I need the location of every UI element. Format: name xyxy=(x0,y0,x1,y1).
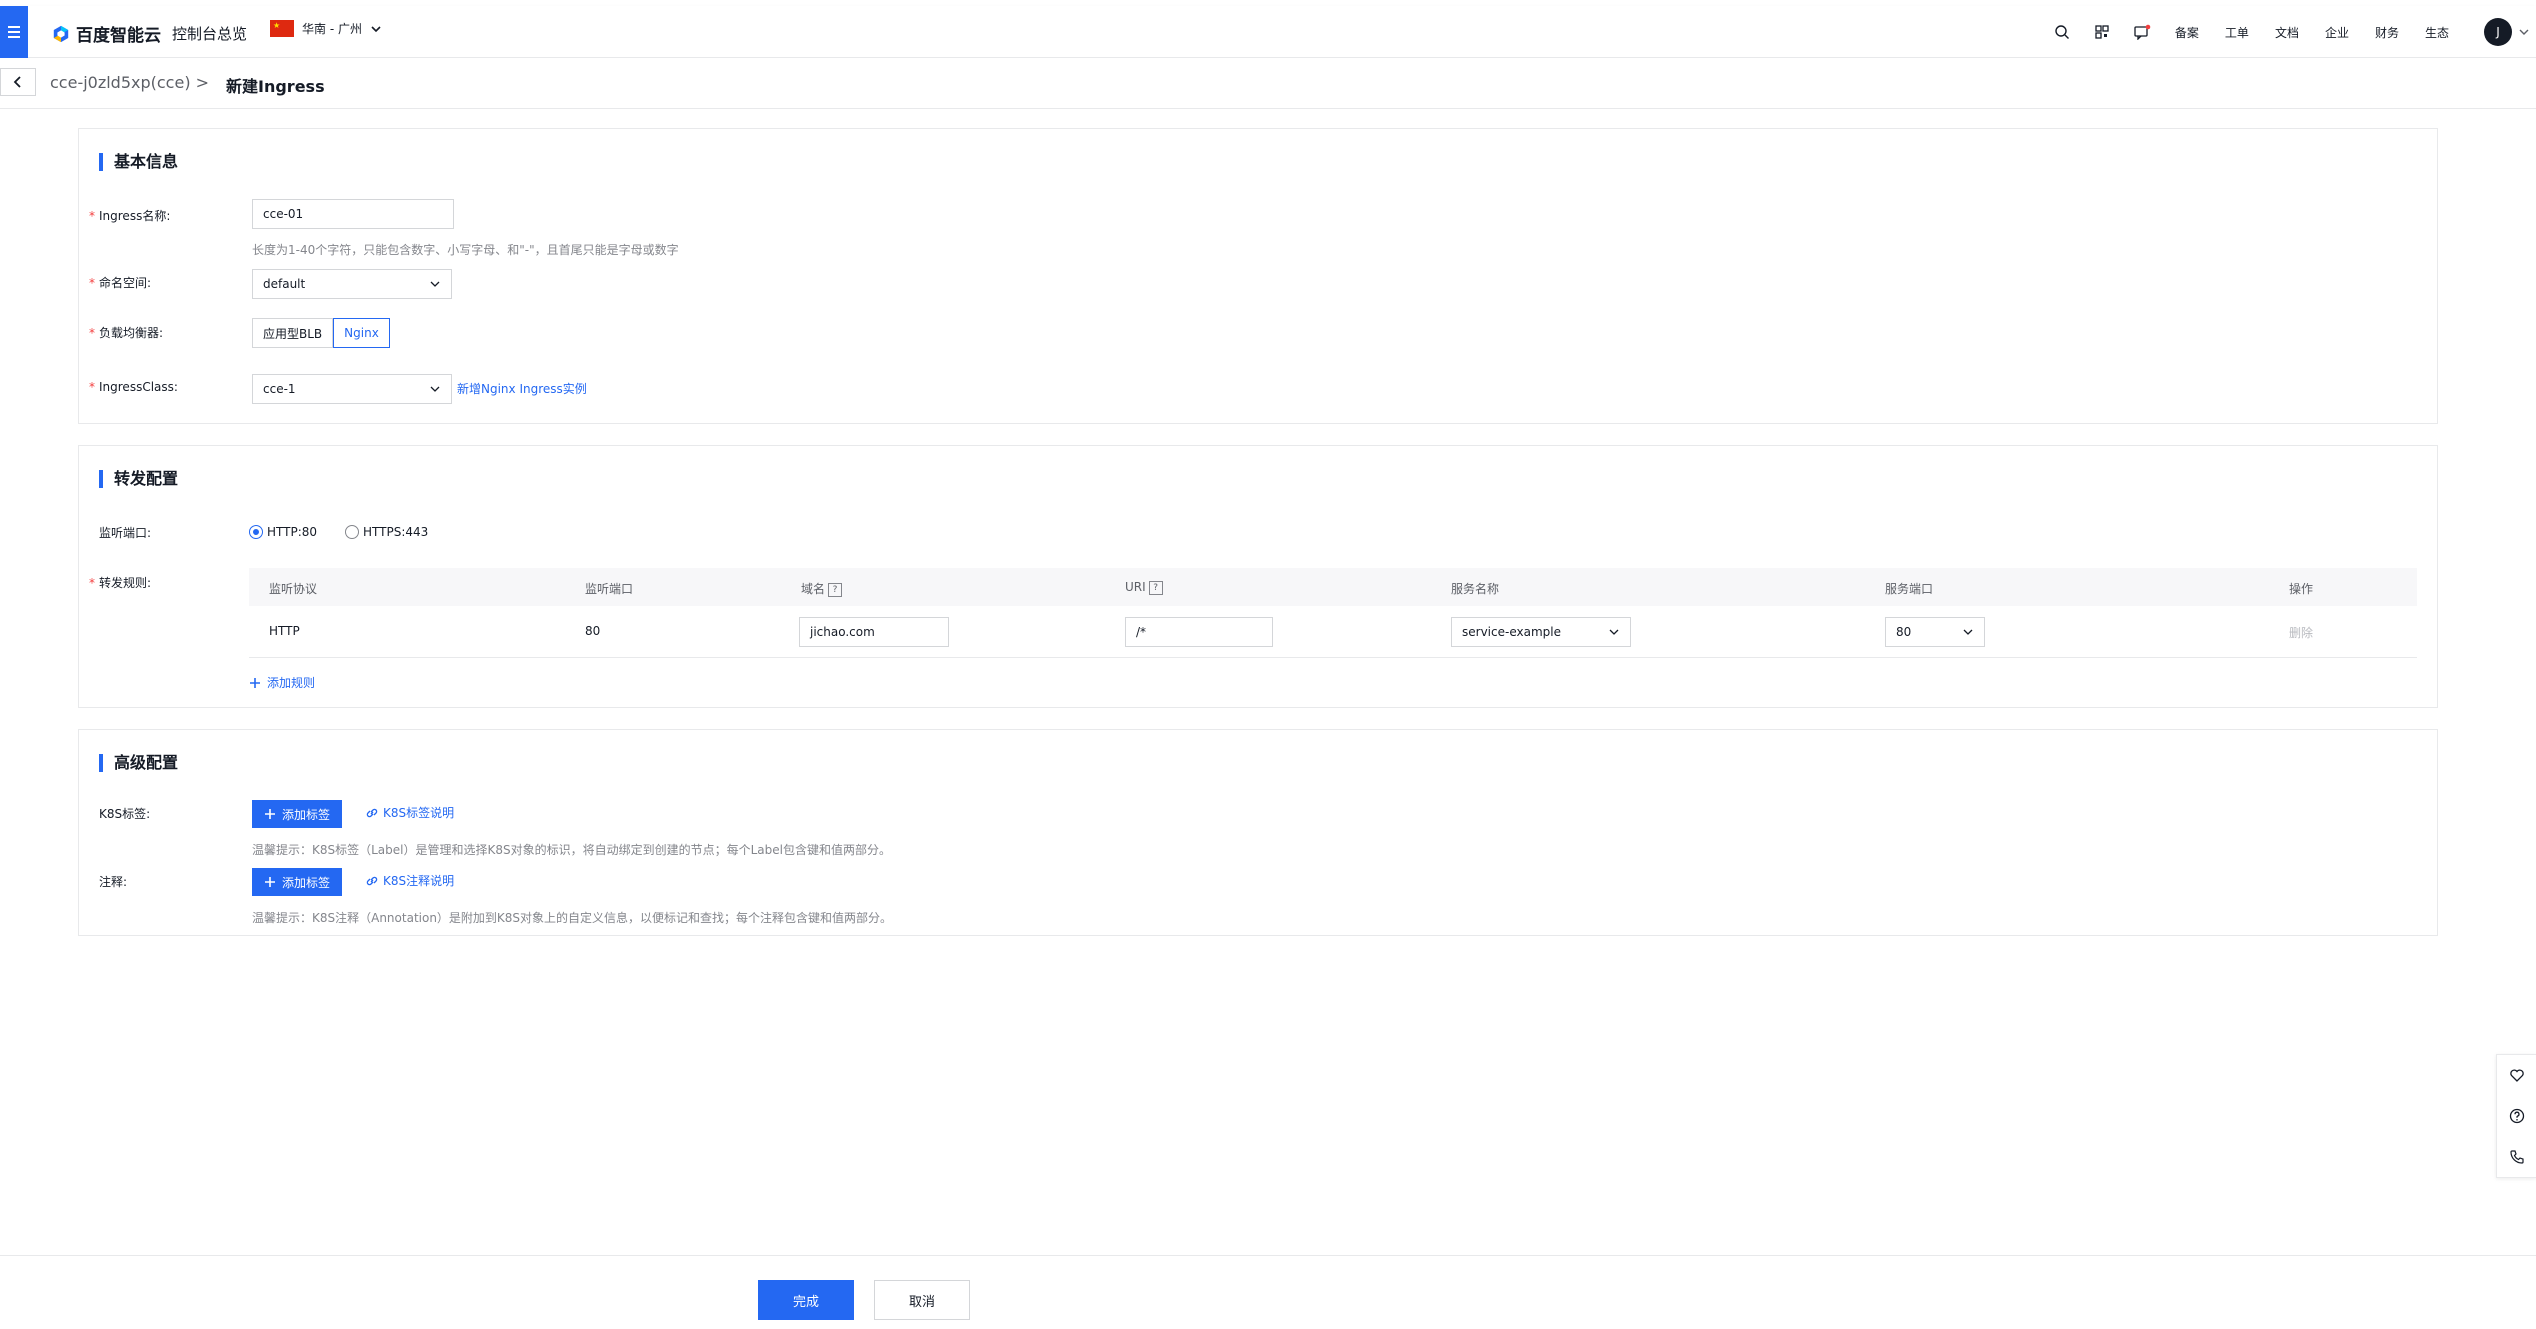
basic-info-card: 基本信息 * Ingress名称: cce-01 长度为1-40个字符，只能包含数… xyxy=(78,128,2438,424)
lb-option-blb[interactable]: 应用型BLB xyxy=(252,318,334,348)
menu-icon[interactable] xyxy=(0,6,28,58)
chevron-down-icon xyxy=(1963,629,1973,635)
help-circle-icon[interactable] xyxy=(2509,1108,2525,1124)
listen-port-label: 监听端口: xyxy=(99,526,152,540)
ingress-name-input[interactable]: cce-01 xyxy=(252,199,454,229)
nav-link-ecosystem[interactable]: 生态 xyxy=(2425,24,2449,41)
top-navbar: 百度智能云 控制台总览 华南 - 广州 备案 工单 文档 企业 财务 生态 J xyxy=(0,6,2536,58)
rules-table-header: 监听协议 监听端口 域名? URI? 服务名称 服务端口 操作 xyxy=(249,568,2417,606)
radio-unchecked-icon xyxy=(345,525,360,539)
col-protocol: 监听协议 xyxy=(269,582,318,596)
col-uri: URI? xyxy=(1125,580,1163,595)
col-domain: 域名? xyxy=(801,580,843,597)
annotation-hint: 温馨提示：K8S注释（Annotation）是附加到K8S对象上的自定义信息，以… xyxy=(252,911,893,925)
col-action: 操作 xyxy=(2289,582,2314,596)
section-title-basic: 基本信息 xyxy=(99,153,178,171)
k8s-label-label: K8S标签: xyxy=(99,807,151,821)
k8s-label-hint: 温馨提示：K8S标签（Label）是管理和选择K8S对象的标识，将自动绑定到创建… xyxy=(252,843,891,857)
brand-logo-icon xyxy=(53,25,69,42)
table-row: HTTP 80 jichao.com /* service-example 80… xyxy=(249,606,2417,658)
uri-input[interactable]: /* xyxy=(1125,617,1273,647)
nav-link-enterprise[interactable]: 企业 xyxy=(2325,24,2349,41)
avatar[interactable]: J xyxy=(2484,18,2512,46)
col-service-port: 服务端口 xyxy=(1885,582,1934,596)
breadcrumb: cce-j0zld5xp(cce) > 新建Ingress xyxy=(0,58,2536,109)
k8s-label-doc-link[interactable]: K8S标签说明 xyxy=(365,804,454,821)
nav-link-filing[interactable]: 备案 xyxy=(2175,24,2199,41)
link-icon xyxy=(366,808,378,817)
col-service-name: 服务名称 xyxy=(1451,582,1500,596)
message-icon[interactable] xyxy=(2122,6,2162,58)
phone-icon[interactable] xyxy=(2509,1149,2525,1165)
service-name-select[interactable]: service-example xyxy=(1451,617,1631,647)
nav-link-docs[interactable]: 文档 xyxy=(2275,24,2299,41)
ingress-name-label: * Ingress名称: xyxy=(89,209,171,223)
chevron-down-icon xyxy=(371,25,381,32)
cancel-button[interactable]: 取消 xyxy=(874,1280,970,1320)
console-overview-link[interactable]: 控制台总览 xyxy=(172,23,247,44)
back-button[interactable] xyxy=(0,68,36,96)
nav-link-finance[interactable]: 财务 xyxy=(2375,24,2399,41)
link-icon xyxy=(366,876,378,885)
ingress-name-hint: 长度为1-40个字符，只能包含数字、小写字母、和"-"，且首尾只能是字母或数字 xyxy=(252,243,679,257)
ingress-class-label: * IngressClass: xyxy=(89,380,178,394)
annotation-label: 注释: xyxy=(99,875,128,889)
section-title-forward: 转发配置 xyxy=(99,470,178,488)
lb-option-nginx[interactable]: Nginx xyxy=(333,318,390,348)
plus-icon xyxy=(265,877,275,887)
row-protocol: HTTP xyxy=(269,624,300,638)
form-footer: 完成 取消 xyxy=(0,1255,2536,1329)
nav-link-ticket[interactable]: 工单 xyxy=(2225,24,2249,41)
section-title-advanced: 高级配置 xyxy=(99,754,178,772)
chevron-down-icon xyxy=(1609,629,1619,635)
col-port: 监听端口 xyxy=(585,582,634,596)
load-balancer-toggle: 应用型BLB Nginx xyxy=(252,318,390,348)
brand-name: 百度智能云 xyxy=(76,26,161,46)
page-title: 新建Ingress xyxy=(226,77,325,96)
chevron-down-icon xyxy=(430,281,440,287)
chevron-down-icon[interactable] xyxy=(2512,26,2536,38)
forward-config-card: 转发配置 监听端口: HTTP:80 HTTPS:443 * 转发规则: 监听协议… xyxy=(78,445,2438,708)
new-nginx-ingress-link[interactable]: 新增Nginx Ingress实例 xyxy=(457,380,587,397)
row-port: 80 xyxy=(585,624,601,638)
forward-rules-label: * 转发规则: xyxy=(89,576,152,590)
add-annotation-button[interactable]: 添加标签 xyxy=(252,868,343,896)
plus-icon xyxy=(265,809,275,819)
submit-button[interactable]: 完成 xyxy=(758,1280,854,1320)
k8s-annotation-doc-link[interactable]: K8S注释说明 xyxy=(365,872,454,889)
ingress-class-select[interactable]: cce-1 xyxy=(252,374,452,404)
region-selector[interactable]: 华南 - 广州 xyxy=(270,20,382,37)
load-balancer-label: * 负载均衡器: xyxy=(89,326,164,340)
qrcode-icon[interactable] xyxy=(2082,6,2122,58)
delete-rule-button[interactable]: 删除 xyxy=(2289,624,2313,641)
chevron-left-icon xyxy=(13,76,21,88)
chevron-down-icon xyxy=(430,386,440,392)
china-flag-icon xyxy=(270,20,294,37)
domain-input[interactable]: jichao.com xyxy=(799,617,949,647)
add-k8s-label-button[interactable]: 添加标签 xyxy=(252,800,343,828)
namespace-select[interactable]: default xyxy=(252,269,452,299)
listen-port-radio-group: HTTP:80 HTTPS:443 xyxy=(249,525,428,539)
region-label: 华南 - 广州 xyxy=(302,22,362,36)
floating-toolbar xyxy=(2496,1054,2536,1178)
heart-icon[interactable] xyxy=(2509,1067,2525,1083)
service-port-select[interactable]: 80 xyxy=(1885,617,1985,647)
brand-logo[interactable]: 百度智能云 xyxy=(52,21,161,46)
radio-checked-icon xyxy=(249,525,263,539)
radio-http-80[interactable]: HTTP:80 xyxy=(249,525,317,539)
breadcrumb-parent-link[interactable]: cce-j0zld5xp(cce) > xyxy=(50,73,209,92)
plus-icon xyxy=(250,677,260,688)
add-rule-button[interactable]: 添加规则 xyxy=(249,674,315,691)
help-icon[interactable]: ? xyxy=(1148,580,1163,595)
radio-https-443[interactable]: HTTPS:443 xyxy=(345,525,428,539)
namespace-label: * 命名空间: xyxy=(89,276,152,290)
help-icon[interactable]: ? xyxy=(828,582,843,597)
search-icon[interactable] xyxy=(2042,6,2082,58)
advanced-config-card: 高级配置 K8S标签: 添加标签 K8S标签说明 温馨提示：K8S标签（Labe… xyxy=(78,729,2438,936)
